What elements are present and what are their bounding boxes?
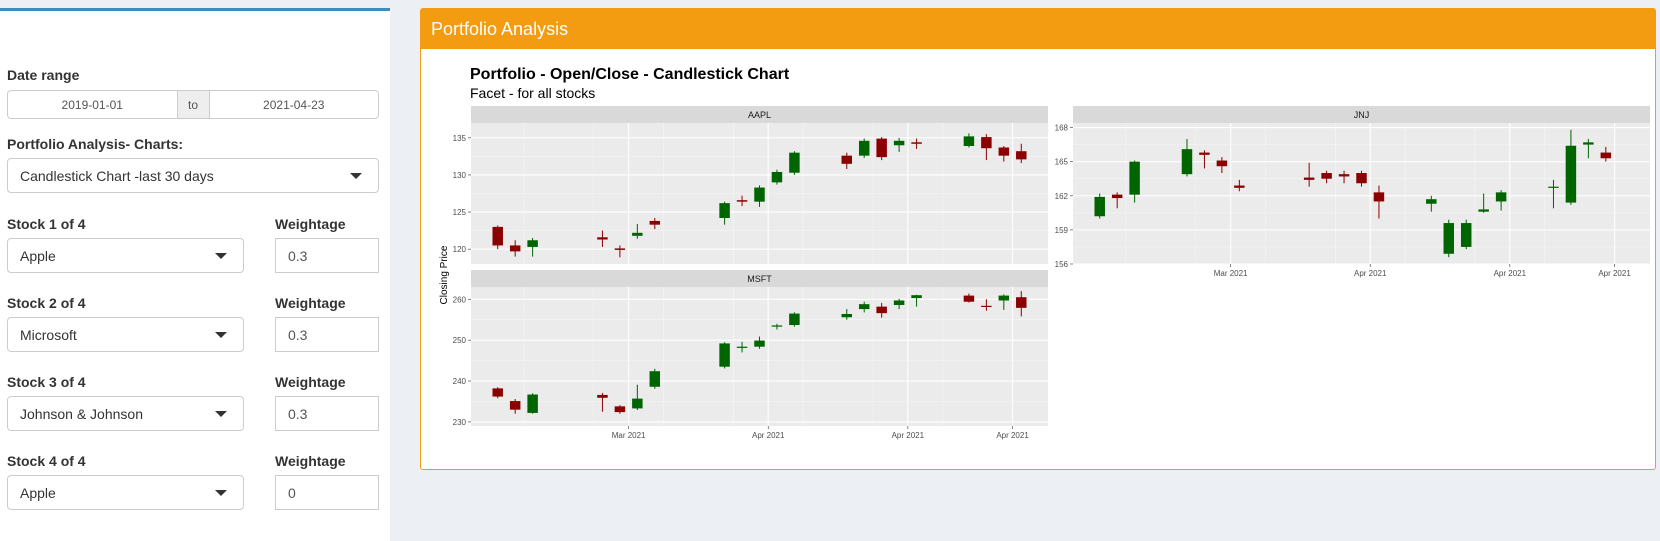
msft-candle-body [632, 398, 643, 409]
jnj-candle-body [1216, 160, 1228, 167]
jnj-candle-body [1460, 223, 1472, 247]
msft-facet-label: MSFT [747, 274, 772, 284]
jnj-candle-body [1478, 209, 1489, 212]
jnj-y-tick-label: 168 [1055, 124, 1069, 133]
aapl-candle-body [841, 155, 852, 164]
aapl-candle-body [614, 248, 626, 250]
aapl-candle-body [911, 142, 922, 144]
msft-candle-body [876, 306, 887, 314]
jnj-panel [1073, 123, 1650, 264]
msft-x-tick-label: Apr 2021 [752, 431, 785, 440]
aapl-candle-body [719, 203, 730, 218]
aapl-facet-label: AAPL [748, 110, 771, 120]
aapl-candle-body [771, 171, 783, 183]
aapl-candle-body [649, 220, 661, 225]
aapl-candle-body [876, 138, 887, 158]
aapl-candle-body [509, 245, 521, 252]
msft-candle-body [719, 343, 730, 367]
aapl-candle-body [597, 237, 608, 240]
msft-y-tick-label: 250 [453, 336, 467, 345]
msft-y-tick-label: 230 [453, 418, 467, 427]
msft-candle-body [981, 305, 992, 308]
jnj-candle-body [1600, 152, 1612, 159]
aapl-candle-body [858, 140, 870, 156]
msft-candle-body [597, 394, 608, 398]
msft-candle-body [736, 346, 748, 348]
aapl-candle-body [789, 152, 800, 173]
msft-candle-body [614, 406, 626, 413]
jnj-y-tick-label: 156 [1055, 260, 1069, 269]
msft-candle-body [963, 295, 975, 302]
aapl-y-tick-label: 120 [453, 245, 467, 254]
chart-subtitle: Facet - for all stocks [470, 85, 595, 101]
jnj-x-tick-label: Apr 2021 [1598, 269, 1631, 278]
jnj-candle-body [1565, 145, 1577, 203]
aapl-y-tick-label: 135 [453, 134, 467, 143]
msft-candle-body [649, 371, 661, 387]
jnj-candle-body [1321, 173, 1332, 179]
jnj-facet-label: JNJ [1354, 110, 1370, 120]
jnj-x-tick-label: Mar 2021 [1214, 269, 1248, 278]
msft-candle-body [998, 295, 1010, 301]
msft-candle-body [527, 394, 538, 413]
jnj-candle-body [1356, 173, 1367, 184]
msft-candle-body [841, 313, 852, 318]
msft-x-tick-label: Apr 2021 [892, 431, 925, 440]
msft-y-tick-label: 240 [453, 377, 467, 386]
aapl-candle-body [1016, 151, 1027, 160]
msft-candle-body [893, 300, 905, 305]
aapl-candle-body [963, 136, 975, 147]
msft-candle-body [509, 401, 521, 410]
msft-x-tick-label: Apr 2021 [996, 431, 1029, 440]
aapl-candle-body [632, 232, 643, 236]
chart-title: Portfolio - Open/Close - Candlestick Cha… [470, 66, 790, 83]
jnj-candle-body [1443, 223, 1454, 254]
jnj-candle-body [1199, 152, 1210, 155]
aapl-candle-body [754, 187, 765, 202]
jnj-candle-body [1583, 142, 1594, 145]
candlestick-chart: Portfolio - Open/Close - Candlestick Cha… [439, 66, 1650, 440]
msft-candle-body [492, 388, 503, 397]
msft-y-tick-label: 260 [453, 295, 467, 304]
aapl-y-tick-label: 125 [453, 208, 467, 217]
jnj-y-tick-label: 159 [1055, 226, 1069, 235]
msft-candle-body [789, 313, 800, 326]
jnj-candle-body [1234, 185, 1245, 188]
aapl-candle-body [492, 226, 503, 246]
msft-candle-body [858, 304, 870, 310]
jnj-candle-body [1426, 199, 1437, 204]
msft-candle-body [911, 295, 922, 299]
jnj-y-tick-label: 165 [1055, 158, 1069, 167]
jnj-candle-body [1181, 149, 1193, 175]
y-axis-label: Closing Price [439, 245, 450, 304]
jnj-candle-body [1129, 161, 1140, 195]
aapl-candle-body [981, 137, 992, 149]
aapl-candle-body [893, 140, 905, 146]
jnj-x-tick-label: Apr 2021 [1354, 269, 1387, 278]
jnj-candle-body [1303, 177, 1315, 180]
jnj-y-tick-label: 162 [1055, 192, 1069, 201]
aapl-candle-body [998, 147, 1010, 156]
aapl-candle-body [736, 200, 748, 202]
msft-candle-body [771, 325, 783, 327]
jnj-candle-body [1338, 174, 1350, 177]
msft-panel [471, 287, 1048, 426]
jnj-candle-body [1094, 196, 1105, 217]
jnj-candle-body [1111, 194, 1123, 199]
aapl-y-tick-label: 130 [453, 171, 467, 180]
msft-candle-body [1016, 297, 1027, 308]
jnj-candle-body [1495, 192, 1507, 202]
jnj-candle-body [1373, 192, 1385, 202]
jnj-candle-body [1548, 186, 1559, 188]
jnj-x-tick-label: Apr 2021 [1494, 269, 1527, 278]
aapl-candle-body [527, 240, 538, 247]
msft-candle-body [754, 340, 765, 347]
msft-x-tick-label: Mar 2021 [612, 431, 646, 440]
